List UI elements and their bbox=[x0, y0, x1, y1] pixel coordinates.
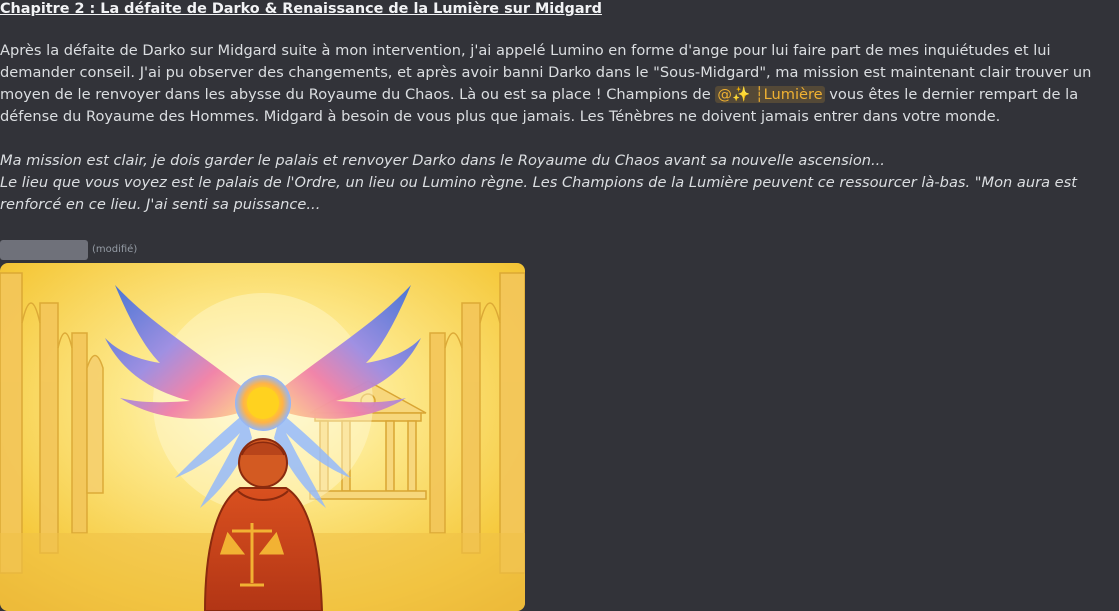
role-mention[interactable]: @✨ ┆Lumière bbox=[715, 86, 825, 103]
message-meta: (modifié) bbox=[0, 239, 137, 261]
image-attachment[interactable] bbox=[0, 263, 525, 611]
italic-line-2: Le lieu que vous voyez est le palais de … bbox=[0, 174, 1077, 213]
message-paragraph: Après la défaite de Darko sur Midgard su… bbox=[0, 40, 1100, 128]
edited-label: (modifié) bbox=[92, 244, 138, 255]
redacted-username[interactable] bbox=[0, 240, 88, 260]
chapter-title: Chapitre 2 : La défaite de Darko & Renai… bbox=[0, 1, 602, 17]
italic-quote: Ma mission est clair, je dois garder le … bbox=[0, 150, 1100, 216]
angel-palace-illustration bbox=[0, 263, 525, 611]
italic-line-1: Ma mission est clair, je dois garder le … bbox=[0, 152, 885, 169]
